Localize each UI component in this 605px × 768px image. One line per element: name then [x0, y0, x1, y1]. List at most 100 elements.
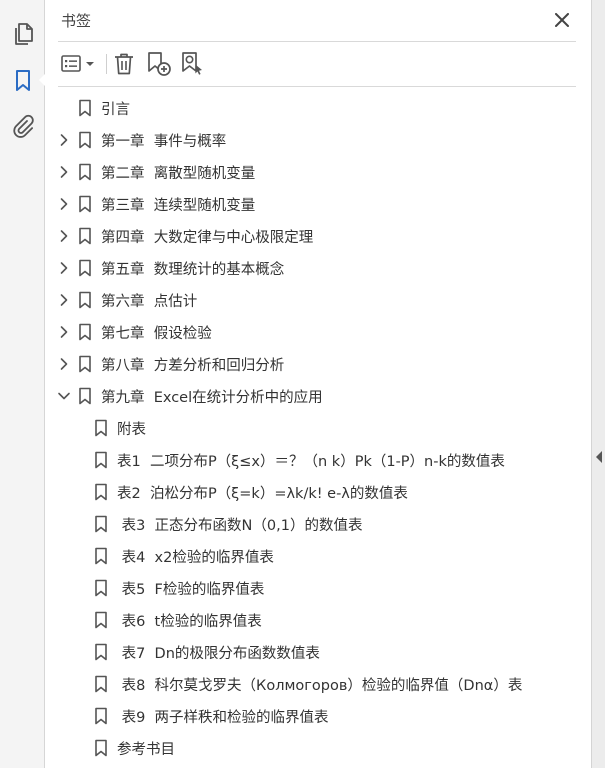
bookmark-label: 表9 两子样秩和检验的临界值表	[117, 710, 329, 726]
bookmark-row[interactable]: 表3 正态分布函数N（0,1）的数值表	[46, 508, 591, 540]
chevron-right-icon[interactable]	[57, 325, 71, 339]
bookmark-row[interactable]: 表7 Dn的极限分布函数数值表	[46, 636, 591, 668]
divider	[58, 41, 576, 42]
bookmark-row[interactable]: 表6 t检验的临界值表	[46, 604, 591, 636]
bookmark-icon	[95, 547, 107, 565]
bookmarks-panel: 书签 引言 第一章 事件与概率 第二章 离散型随机变量 第三章 连续型随机变量 …	[46, 0, 591, 768]
bookmark-icon	[79, 163, 91, 181]
bookmark-row[interactable]: 表9 两子样秩和检验的临界值表	[46, 700, 591, 732]
bookmark-label: 引言	[101, 102, 130, 118]
new-bookmark-button[interactable]	[144, 50, 174, 78]
panel-title: 书签	[61, 12, 92, 30]
bookmark-row[interactable]: 第八章 方差分析和回归分析	[46, 348, 591, 380]
toolbar-separator	[106, 54, 107, 74]
bookmark-row[interactable]: 引言	[46, 92, 591, 124]
bookmark-icon	[79, 195, 91, 213]
close-panel-button[interactable]	[551, 9, 573, 31]
delete-bookmark-button[interactable]	[110, 50, 138, 78]
options-menu-button[interactable]	[58, 50, 98, 78]
bookmark-label: 第五章 数理统计的基本概念	[101, 262, 285, 278]
panel-collapse-strip[interactable]	[591, 0, 605, 768]
chevron-right-icon[interactable]	[57, 261, 71, 275]
bookmark-label: 参考书目	[117, 742, 175, 758]
trash-icon	[115, 53, 133, 75]
chevron-right-icon[interactable]	[57, 133, 71, 147]
bookmark-row[interactable]: 第六章 点估计	[46, 284, 591, 316]
bookmark-label: 第三章 连续型随机变量	[101, 198, 256, 214]
bookmark-row[interactable]: 附表	[46, 412, 591, 444]
chevron-down-icon[interactable]	[57, 389, 71, 403]
bookmark-icon	[15, 69, 30, 91]
bookmark-row[interactable]: 第一章 事件与概率	[46, 124, 591, 156]
bookmark-label: 表4 x2检验的临界值表	[117, 550, 274, 566]
chevron-right-icon[interactable]	[57, 357, 71, 371]
bookmark-icon	[79, 355, 91, 373]
bookmark-row[interactable]: 参考书目	[46, 732, 591, 764]
bookmark-icon	[95, 419, 107, 437]
bookmark-icon	[79, 387, 91, 405]
bookmark-icon	[79, 323, 91, 341]
bookmark-row[interactable]: 表1 二项分布P（ξ≤x）＝？（n k）Pk（1-P）n-k的数值表	[46, 444, 591, 476]
bookmark-label: 表1 二项分布P（ξ≤x）＝？（n k）Pk（1-P）n-k的数值表	[117, 454, 505, 470]
bookmark-icon	[95, 707, 107, 725]
bookmark-icon	[79, 99, 91, 117]
find-bookmark-icon	[182, 52, 202, 75]
bookmark-label: 第八章 方差分析和回归分析	[101, 358, 285, 374]
chevron-right-icon[interactable]	[57, 229, 71, 243]
bookmark-label: 附表	[117, 422, 146, 438]
navigation-rail	[0, 0, 46, 768]
active-pointer	[39, 73, 46, 87]
bookmark-label: 第四章 大数定律与中心极限定理	[101, 230, 314, 246]
bookmark-row[interactable]: 第三章 连续型随机变量	[46, 188, 591, 220]
attachment-icon	[12, 114, 34, 138]
chevron-right-icon[interactable]	[57, 197, 71, 211]
bookmark-label: 第六章 点估计	[101, 294, 198, 310]
chevron-right-icon[interactable]	[57, 293, 71, 307]
collapse-arrow-icon[interactable]	[596, 451, 602, 463]
page-thumbnails-icon	[14, 22, 33, 45]
bookmark-icon	[95, 483, 107, 501]
page-thumbnails-button[interactable]	[7, 18, 38, 49]
attachments-button[interactable]	[7, 110, 38, 141]
bookmark-row[interactable]: 表5 F检验的临界值表	[46, 572, 591, 604]
bookmark-label: 表3 正态分布函数N（0,1）的数值表	[117, 518, 363, 534]
find-bookmark-button[interactable]	[178, 50, 208, 78]
bookmark-label: 第一章 事件与概率	[101, 134, 227, 150]
divider	[58, 86, 576, 87]
bookmark-icon	[79, 291, 91, 309]
bookmark-row[interactable]: 第二章 离散型随机变量	[46, 156, 591, 188]
panel-header: 书签	[46, 0, 591, 40]
bookmark-label: 表6 t检验的临界值表	[117, 614, 262, 630]
bookmark-label: 表7 Dn的极限分布函数数值表	[117, 646, 320, 662]
bookmark-icon	[79, 259, 91, 277]
bookmark-row[interactable]: 表2 泊松分布P（ξ=k）=λk/k! e-λ的数值表	[46, 476, 591, 508]
app-window: 书签 引言 第一章 事件与概率 第二章 离散型随机变量 第三章 连续型随机变量 …	[0, 0, 605, 768]
options-menu-icon	[61, 55, 94, 72]
bookmark-label: 表5 F检验的临界值表	[117, 582, 265, 598]
bookmark-row[interactable]: 表4 x2检验的临界值表	[46, 540, 591, 572]
bookmark-icon	[95, 739, 107, 757]
bookmark-row[interactable]: 表8 科尔莫戈罗夫（Колмогоров）检验的临界值（Dnα）表	[46, 668, 591, 700]
bookmark-label: 表8 科尔莫戈罗夫（Колмогоров）检验的临界值（Dnα）表	[117, 678, 523, 694]
bookmark-row[interactable]: 第五章 数理统计的基本概念	[46, 252, 591, 284]
bookmark-row[interactable]: 第四章 大数定律与中心极限定理	[46, 220, 591, 252]
bookmark-label: 第七章 假设检验	[101, 326, 212, 342]
bookmark-icon	[95, 451, 107, 469]
chevron-right-icon[interactable]	[57, 165, 71, 179]
bookmark-icon	[95, 579, 107, 597]
bookmark-label: 表2 泊松分布P（ξ=k）=λk/k! e-λ的数值表	[117, 486, 408, 502]
bookmark-tree: 引言第一章 事件与概率第二章 离散型随机变量 第三章 连续型随机变量第四章 大数定…	[46, 92, 591, 764]
bookmark-row[interactable]: 第七章 假设检验	[46, 316, 591, 348]
bookmark-icon	[95, 643, 107, 661]
bookmark-icon	[95, 675, 107, 693]
bookmark-label: 第二章 离散型随机变量	[101, 166, 256, 182]
new-bookmark-icon	[148, 52, 171, 76]
bookmark-label: 第九章 Excel在统计分析中的应用	[101, 390, 323, 406]
bookmark-icon	[95, 515, 107, 533]
bookmark-icon	[79, 227, 91, 245]
bookmark-row[interactable]: 第九章 Excel在统计分析中的应用	[46, 380, 591, 412]
bookmarks-button[interactable]	[7, 65, 38, 96]
bookmark-icon	[95, 611, 107, 629]
bookmark-icon	[79, 131, 91, 149]
close-icon	[555, 13, 569, 27]
